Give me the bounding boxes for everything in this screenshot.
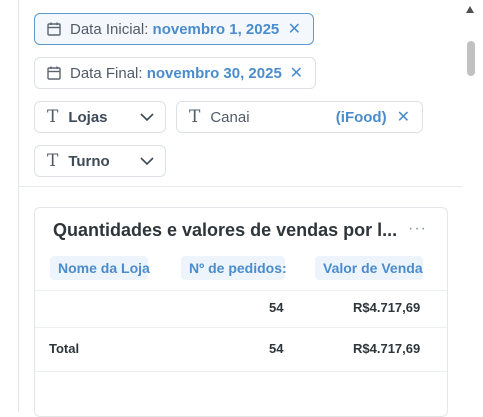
chevron-down-icon bbox=[139, 112, 155, 122]
column-header-store[interactable]: Nome da Loja bbox=[50, 256, 150, 280]
end-date-label: Data Final: bbox=[70, 64, 143, 82]
total-label: Total bbox=[49, 341, 80, 356]
column-header-orders[interactable]: Nº de pedidos: bbox=[181, 256, 287, 280]
clear-channel-icon[interactable]: ✕ bbox=[397, 107, 410, 127]
start-date-value: novembro 1, 2025 bbox=[152, 20, 280, 38]
row-divider bbox=[35, 327, 447, 328]
channel-filter[interactable]: T Canai (iFood) ✕ bbox=[176, 101, 423, 133]
scroll-up-arrow-icon[interactable] bbox=[466, 6, 474, 13]
row-divider bbox=[35, 290, 447, 291]
text-type-icon: T bbox=[189, 107, 201, 127]
total-orders: 54 bbox=[269, 341, 284, 356]
sales-card: Quantidades e valores de vendas por l...… bbox=[34, 207, 448, 417]
card-title: Quantidades e valores de vendas por l... bbox=[53, 220, 398, 240]
scrollbar-thumb[interactable] bbox=[467, 41, 475, 76]
section-divider bbox=[18, 186, 463, 187]
column-header-value[interactable]: Valor de Venda bbox=[315, 256, 423, 280]
start-date-filter[interactable]: Data Inicial: novembro 1, 2025 ✕ bbox=[34, 13, 314, 45]
stores-filter[interactable]: T Lojas bbox=[34, 101, 166, 133]
text-type-icon: T bbox=[47, 151, 59, 171]
channel-label: Canai bbox=[210, 108, 250, 126]
row-divider bbox=[35, 371, 447, 372]
text-type-icon: T bbox=[47, 107, 59, 127]
channel-value: (iFood) bbox=[335, 108, 387, 126]
end-date-filter[interactable]: Data Final: novembro 30, 2025 ✕ bbox=[34, 57, 316, 89]
start-date-label: Data Inicial: bbox=[70, 20, 149, 38]
shift-filter[interactable]: T Turno bbox=[34, 145, 166, 177]
end-date-value: novembro 30, 2025 bbox=[146, 64, 282, 82]
total-value: R$4.717,69 bbox=[353, 341, 421, 356]
more-options-icon[interactable]: ··· bbox=[408, 220, 427, 238]
clear-start-date-icon[interactable]: ✕ bbox=[288, 19, 301, 39]
shift-label: Turno bbox=[68, 152, 110, 170]
calendar-icon bbox=[46, 21, 62, 37]
calendar-icon bbox=[46, 65, 62, 81]
row-value: R$4.717,69 bbox=[353, 300, 421, 315]
chevron-down-icon bbox=[139, 156, 155, 166]
stores-label: Lojas bbox=[68, 108, 108, 126]
clear-end-date-icon[interactable]: ✕ bbox=[290, 63, 303, 83]
row-orders: 54 bbox=[269, 300, 284, 315]
